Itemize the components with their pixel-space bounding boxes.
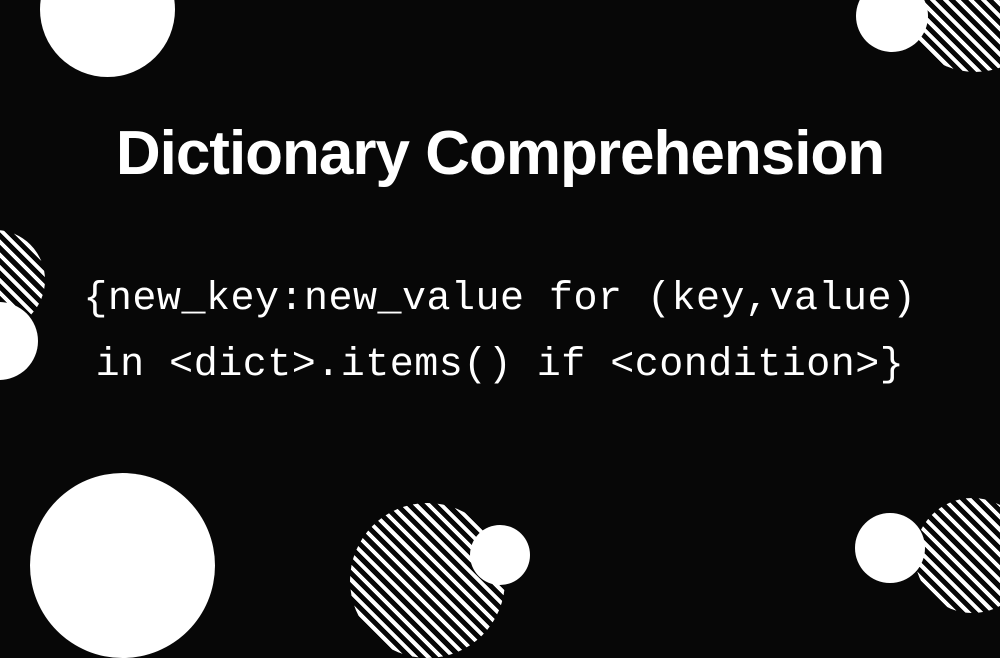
slide-title: Dictionary Comprehension [116,118,884,189]
decorative-hatched-circle [915,498,1000,613]
decorative-hatched-circle [350,503,505,658]
code-line-1: {new_key:new_value for (key,value) [83,267,916,333]
code-syntax-block: {new_key:new_value for (key,value) in <d… [83,267,916,399]
decorative-circle [470,525,530,585]
decorative-circle [40,0,175,77]
decorative-circle [0,302,38,380]
decorative-circle [855,513,925,583]
decorative-circle [30,473,215,658]
code-line-2: in <dict>.items() if <condition>} [83,333,916,399]
slide: Dictionary Comprehension {new_key:new_va… [0,0,1000,563]
